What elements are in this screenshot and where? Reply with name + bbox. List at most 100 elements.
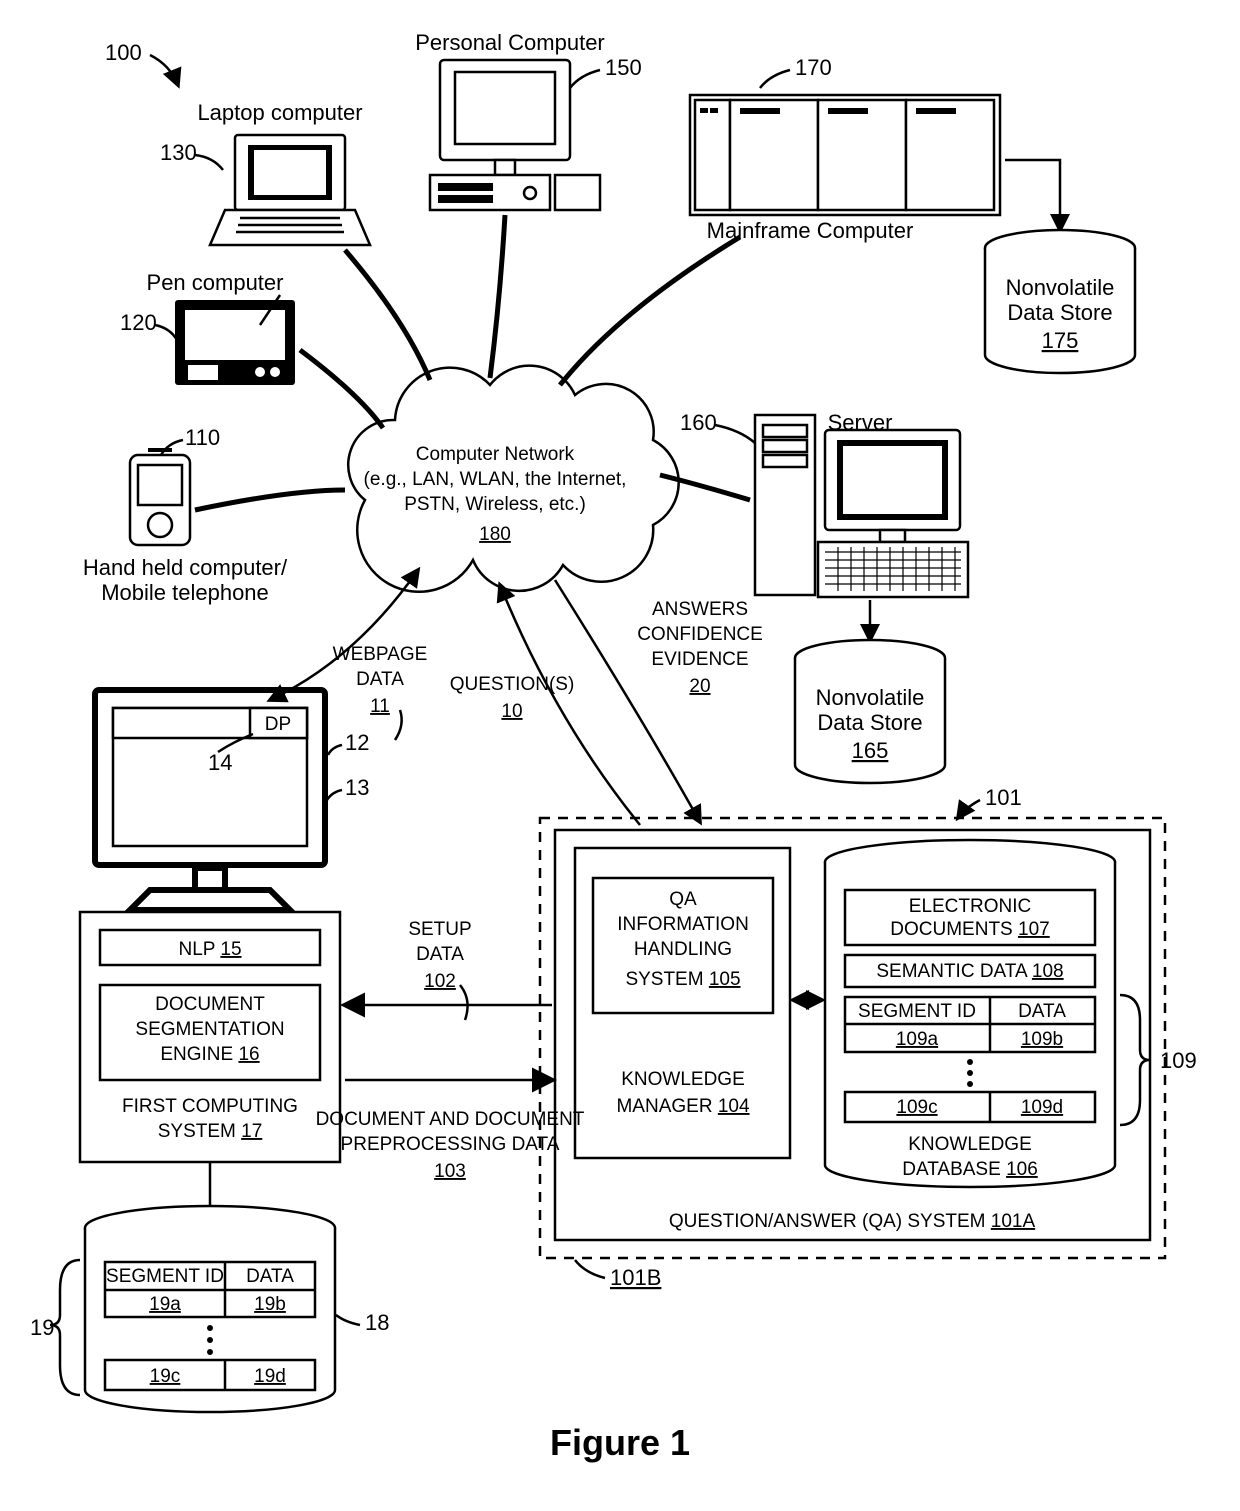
db19c: 19c	[150, 1366, 181, 1387]
laptop-group: Laptop computer 130	[160, 100, 370, 245]
ref-12: 12	[345, 730, 369, 755]
kdb-b: 109b	[1021, 1029, 1063, 1050]
kdb-d: 109d	[1021, 1097, 1063, 1118]
cloud-ref: 180	[479, 524, 511, 545]
first-sys-l2: SYSTEM 17	[158, 1121, 263, 1142]
db19b: 19b	[254, 1294, 286, 1315]
mainframe-ref: 170	[795, 55, 832, 80]
laptop-label: Laptop computer	[197, 100, 362, 125]
handheld-ref: 110	[185, 425, 220, 450]
kdb-a: 109a	[896, 1029, 939, 1050]
ref-109: 109	[1160, 1048, 1197, 1073]
kdb-c: 109c	[896, 1097, 937, 1118]
first-sys-l1: FIRST COMPUTING	[122, 1096, 298, 1117]
handheld-l1: Hand held computer/	[83, 555, 288, 580]
mf-store-l1: Nonvolatile	[1006, 275, 1115, 300]
ref-101: 101	[985, 785, 1022, 810]
pc-group: Personal Computer 150	[415, 30, 641, 210]
ref-overall-arrow	[150, 55, 178, 85]
srv-store-ref: 165	[852, 738, 889, 763]
handheld-group: 110 Hand held computer/ Mobile telephone	[83, 425, 288, 605]
edocs-l2: DOCUMENTS 107	[890, 919, 1049, 940]
srv-store-l2: Data Store	[817, 710, 922, 735]
conn-mainframe	[560, 237, 740, 385]
km-l1: KNOWLEDGE	[621, 1069, 745, 1090]
mainframe-lead	[760, 70, 790, 88]
edocs-l1: ELECTRONIC	[909, 896, 1031, 917]
mf-store-ref: 175	[1042, 328, 1079, 353]
figure-label: Figure 1	[550, 1422, 690, 1463]
docpre-l2: PREPROCESSING DATA	[341, 1134, 560, 1155]
pen-group: Pen computer 120	[120, 270, 295, 385]
server-ref: 160	[680, 410, 717, 435]
cloud-l1: Computer Network	[416, 444, 575, 465]
pen-lead	[155, 325, 177, 340]
answers-l3: EVIDENCE	[651, 649, 748, 670]
ref-18: 18	[365, 1310, 389, 1335]
conn-pen	[300, 350, 383, 428]
first-db: SEGMENT ID DATA 19a 19b 19c 19d 19 18	[30, 1162, 389, 1412]
cloud: Computer Network (e.g., LAN, WLAN, the I…	[348, 366, 678, 592]
semdata: SEMANTIC DATA 108	[876, 961, 1063, 982]
setup-l2: DATA	[416, 944, 464, 965]
km-l2: MANAGER 104	[616, 1096, 749, 1117]
nlp-label: NLP 15	[178, 939, 241, 960]
ref-14: 14	[208, 750, 232, 775]
pc-ref: 150	[605, 55, 642, 80]
answers-l2: CONFIDENCE	[637, 624, 763, 645]
ref-19: 19	[30, 1315, 54, 1340]
laptop-ref: 130	[160, 140, 197, 165]
questions-ref: 10	[501, 701, 522, 722]
webpage-l1: WEBPAGE	[333, 644, 428, 665]
cloud-l2: (e.g., LAN, WLAN, the Internet,	[364, 469, 627, 490]
conn-pc	[490, 215, 505, 378]
answers-l1: ANSWERS	[652, 599, 748, 620]
qihs-l3: HANDLING	[634, 939, 732, 960]
mf-store-l2: Data Store	[1007, 300, 1112, 325]
conn-handheld	[195, 490, 345, 510]
mainframe-group: 170 Mainframe Computer	[690, 55, 1000, 243]
laptop-lead	[195, 155, 223, 170]
webpage-l2: DATA	[356, 669, 404, 690]
qa-block: 101B 101 QUESTION/ANSWER (QA) SYSTEM 101…	[540, 785, 1197, 1290]
qihs-l1: QA	[669, 889, 697, 910]
kdb-data: DATA	[1018, 1001, 1066, 1022]
first-monitor: DP 12 13 14	[95, 690, 369, 910]
pc-label: Personal Computer	[415, 30, 605, 55]
engine-l2: SEGMENTATION	[135, 1019, 284, 1040]
conn-laptop	[345, 250, 430, 380]
engine-l1: DOCUMENT	[155, 994, 265, 1015]
server-group: Server 160	[680, 410, 968, 597]
answers-ref: 20	[689, 676, 710, 697]
first-system: NLP 15 DOCUMENT SEGMENTATION ENGINE 16 F…	[80, 912, 340, 1162]
mainframe-store: Nonvolatile Data Store 175	[985, 160, 1135, 373]
db19-segid: SEGMENT ID	[106, 1266, 224, 1287]
server-store: Nonvolatile Data Store 165	[795, 600, 945, 783]
setup-l1: SETUP	[408, 919, 471, 940]
pen-label: Pen computer	[147, 270, 284, 295]
docpre-ref: 103	[434, 1161, 466, 1182]
dp-label: DP	[265, 714, 291, 735]
webpage-ref: 11	[370, 696, 390, 717]
docpre-l1: DOCUMENT AND DOCUMENT	[316, 1109, 585, 1130]
pen-ref: 120	[120, 310, 157, 335]
srv-store-l1: Nonvolatile	[816, 685, 925, 710]
ref-overall: 100	[105, 40, 142, 65]
db19a: 19a	[149, 1294, 181, 1315]
ref-101b: 101B	[610, 1265, 661, 1290]
engine-l3: ENGINE 16	[160, 1044, 259, 1065]
handheld-l2: Mobile telephone	[101, 580, 269, 605]
setup-ref: 102	[424, 971, 456, 992]
handheld-lead	[161, 440, 183, 455]
cloud-l3: PSTN, Wireless, etc.)	[404, 494, 586, 515]
kdb-l1: KNOWLEDGE	[908, 1134, 1032, 1155]
server-lead	[715, 425, 755, 443]
db19-data: DATA	[246, 1266, 294, 1287]
kdb-l2: DATABASE 106	[902, 1159, 1038, 1180]
questions-label: QUESTION(S)	[450, 674, 575, 695]
ref-13: 13	[345, 775, 369, 800]
qihs-l2: INFORMATION	[617, 914, 749, 935]
qa-title: QUESTION/ANSWER (QA) SYSTEM 101A	[669, 1211, 1036, 1232]
db19d: 19d	[254, 1366, 286, 1387]
qihs-l4: SYSTEM 105	[625, 969, 740, 990]
